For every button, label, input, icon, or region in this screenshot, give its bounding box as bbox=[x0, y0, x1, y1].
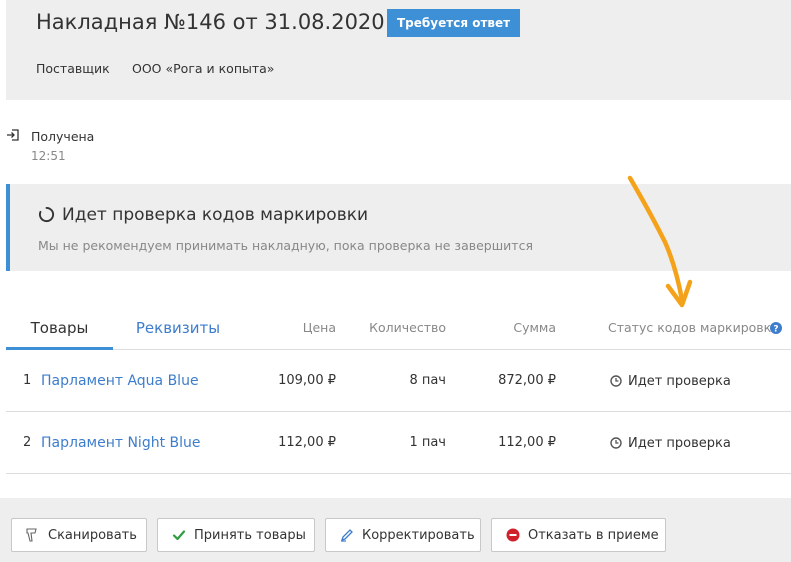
clock-icon bbox=[610, 437, 622, 449]
table-row: 1 Парламент Aqua Blue 109,00 ₽ 8 пач 872… bbox=[6, 350, 791, 412]
reject-button-label: Отказать в приеме bbox=[528, 527, 659, 543]
row-status: Идет проверка bbox=[610, 350, 731, 412]
row-quantity: 1 пач bbox=[409, 435, 446, 450]
row-number: 1 bbox=[23, 373, 32, 388]
notice-text: Мы не рекомендуем принимать накладную, п… bbox=[38, 238, 533, 253]
barcode-scanner-icon bbox=[26, 528, 37, 542]
received-time: 12:51 bbox=[31, 149, 66, 163]
clock-icon bbox=[610, 375, 622, 387]
column-header-price: Цена bbox=[302, 320, 336, 335]
row-sum: 872,00 ₽ bbox=[498, 373, 556, 388]
action-bar: Сканировать Принять товары Корректироват… bbox=[0, 498, 791, 562]
tabs-bar: Товары Реквизиты Цена Количество Сумма С… bbox=[6, 307, 791, 350]
row-status-label: Идет проверка bbox=[628, 435, 731, 451]
verification-notice: Идет проверка кодов маркировки Мы не рек… bbox=[6, 184, 791, 271]
column-header-status: Статус кодов маркировки bbox=[608, 320, 780, 335]
tab-goods[interactable]: Товары bbox=[6, 307, 113, 350]
row-status-label: Идет проверка bbox=[628, 373, 731, 389]
question-circle-icon[interactable]: ? bbox=[770, 322, 782, 334]
notice-title: Идет проверка кодов маркировки bbox=[62, 205, 369, 225]
row-status: Идет проверка bbox=[610, 412, 731, 474]
row-price: 109,00 ₽ bbox=[278, 373, 336, 388]
row-sum: 112,00 ₽ bbox=[498, 435, 556, 450]
correct-button-label: Корректировать bbox=[362, 527, 475, 543]
row-number: 2 bbox=[23, 435, 32, 450]
reject-button[interactable]: Отказать в приеме bbox=[491, 518, 666, 552]
received-status: Получена bbox=[31, 129, 95, 144]
table-row: 2 Парламент Night Blue 112,00 ₽ 1 пач 11… bbox=[6, 412, 791, 474]
scan-button-label: Сканировать bbox=[48, 527, 137, 543]
column-header-sum: Сумма bbox=[513, 320, 556, 335]
minus-circle-icon bbox=[506, 528, 520, 542]
scan-button[interactable]: Сканировать bbox=[11, 518, 147, 552]
correct-button[interactable]: Корректировать bbox=[325, 518, 481, 552]
page-title: Накладная №146 от 31.08.2020 bbox=[36, 10, 385, 34]
row-quantity: 8 пач bbox=[409, 373, 446, 388]
accept-button-label: Принять товары bbox=[194, 527, 306, 543]
svg-text:?: ? bbox=[773, 325, 778, 335]
supplier-value: ООО «Рога и копыта» bbox=[132, 61, 275, 76]
supplier-label: Поставщик bbox=[36, 61, 110, 76]
product-name-link[interactable]: Парламент Aqua Blue bbox=[41, 350, 199, 412]
invoice-page: Накладная №146 от 31.08.2020 Требуется о… bbox=[0, 0, 791, 562]
checkmark-icon bbox=[172, 530, 186, 541]
invoice-header: Накладная №146 от 31.08.2020 Требуется о… bbox=[6, 0, 791, 100]
spinner-icon bbox=[38, 206, 55, 223]
accept-goods-button[interactable]: Принять товары bbox=[157, 518, 315, 552]
pencil-icon bbox=[340, 529, 353, 542]
product-name-link[interactable]: Парламент Night Blue bbox=[41, 412, 201, 474]
status-badge: Требуется ответ bbox=[387, 9, 521, 37]
sign-in-icon bbox=[7, 129, 19, 141]
row-price: 112,00 ₽ bbox=[278, 435, 336, 450]
column-header-quantity: Количество bbox=[369, 320, 446, 335]
tab-requisites[interactable]: Реквизиты bbox=[113, 307, 243, 350]
